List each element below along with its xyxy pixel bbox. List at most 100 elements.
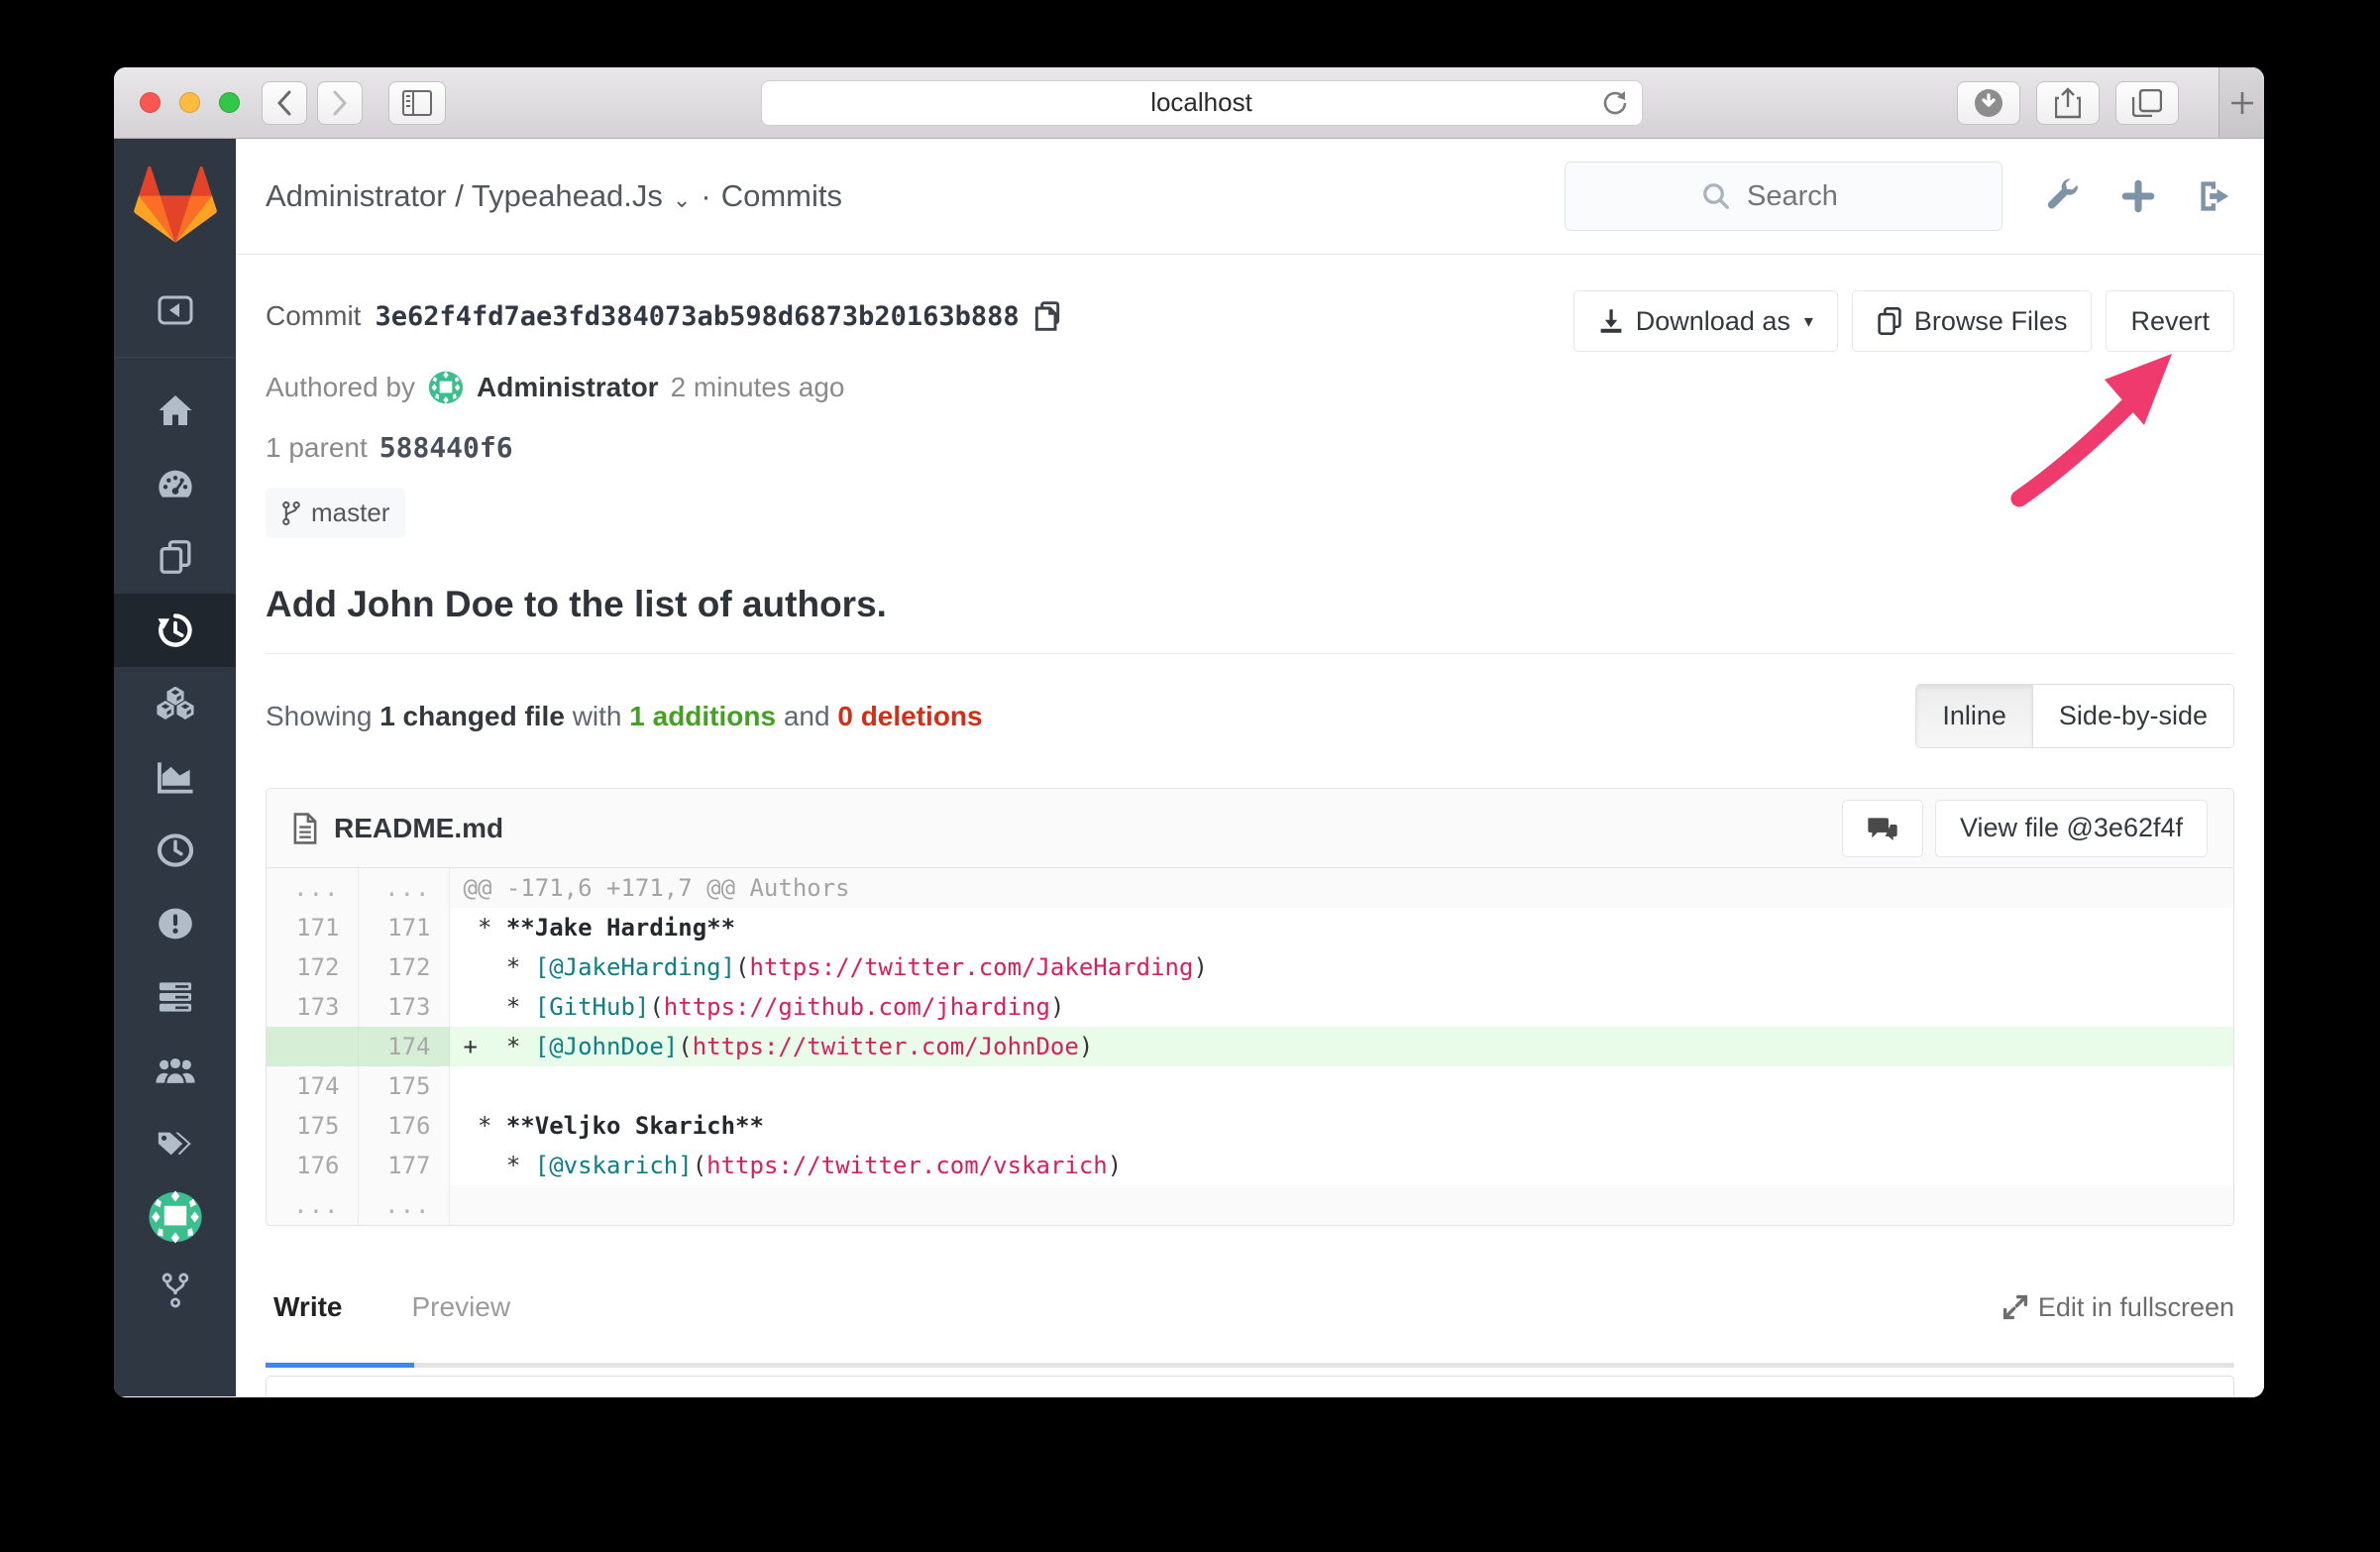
copy-sha-icon[interactable] — [1033, 300, 1061, 332]
project-avatar — [148, 1190, 202, 1244]
diff-code-line: * [@vskarich](https://twitter.com/vskari… — [463, 1152, 1123, 1179]
sidebar-item-dashboard[interactable] — [114, 447, 236, 520]
diff-line-number-old[interactable]: 176 — [267, 1146, 359, 1185]
comment-textarea[interactable] — [266, 1376, 2234, 1396]
reload-icon[interactable] — [1600, 88, 1630, 118]
fullscreen-expand-icon — [2002, 1294, 2027, 1320]
tab-preview[interactable]: Preview — [404, 1291, 519, 1323]
sidebar-item-builds[interactable] — [114, 667, 236, 740]
revert-button[interactable]: Revert — [2106, 290, 2234, 352]
sidebar-panel-icon — [402, 89, 432, 116]
and-label: and — [783, 700, 830, 731]
parent-sha-link[interactable]: 588440f6 — [379, 431, 513, 464]
diff-code-line: * **Veljko Skarich** — [463, 1112, 764, 1140]
sidebar-item-issues[interactable] — [114, 887, 236, 960]
diff-line-number-old[interactable]: 174 — [267, 1066, 359, 1106]
diff-line-number-new[interactable]: 172 — [358, 947, 450, 987]
sidebar-item-network[interactable] — [114, 1254, 236, 1327]
minimize-window-button[interactable] — [179, 92, 200, 113]
sidebar-item-time[interactable] — [114, 814, 236, 887]
sidebar-toggle-button[interactable] — [388, 80, 446, 125]
close-window-button[interactable] — [140, 92, 161, 113]
diff-line-number-new[interactable]: ... — [358, 1185, 450, 1225]
diff-line-number-new[interactable]: ... — [358, 868, 450, 908]
inline-toggle-button[interactable]: Inline — [1916, 685, 2032, 747]
tab-write[interactable]: Write — [266, 1291, 351, 1323]
divider — [266, 653, 2234, 654]
diff-line-number-new[interactable]: 173 — [358, 987, 450, 1027]
diff-line-number-old[interactable]: ... — [267, 868, 359, 908]
browse-files-button[interactable]: Browse Files — [1851, 290, 2093, 352]
new-tab-button[interactable] — [2218, 67, 2264, 138]
sidebar-item-labels[interactable] — [114, 1107, 236, 1180]
diff-line-number-old[interactable]: 175 — [267, 1106, 359, 1146]
view-file-button[interactable]: View file @3e62f4f — [1934, 799, 2208, 857]
sign-out-icon[interactable] — [2197, 179, 2234, 213]
branch-badge[interactable]: master — [266, 488, 406, 538]
diff-table-body: ...... @@ -171,6 +171,7 @@ Authors 171 171 … — [267, 868, 2233, 1225]
sidebar-item-commits[interactable] — [114, 594, 236, 667]
diff-line-number-new[interactable]: 174 — [358, 1027, 450, 1066]
diff-row: 175 176 * **Veljko Skarich** — [267, 1106, 2233, 1146]
diff-row: 173 173 * [GitHub](https://github.com/jha… — [267, 987, 2233, 1027]
diff-line-number-old[interactable]: ... — [267, 1185, 359, 1225]
chevron-down-icon[interactable]: ⌄ — [673, 187, 691, 213]
diff-line-number-new[interactable]: 175 — [358, 1066, 450, 1106]
home-icon — [159, 395, 191, 425]
sidebar-item-home[interactable] — [114, 374, 236, 447]
comment-icon — [1868, 817, 1897, 840]
builds-icon — [156, 686, 194, 720]
changed-file-count[interactable]: 1 changed file — [379, 701, 565, 731]
diff-line-number-new[interactable]: 177 — [358, 1146, 450, 1185]
edit-in-fullscreen-link[interactable]: Edit in fullscreen — [2002, 1292, 2234, 1323]
gitlab-sidebar — [114, 139, 236, 1396]
diff-line-number-old[interactable]: 171 — [267, 908, 359, 947]
plus-icon — [2230, 91, 2253, 114]
gitlab-logo[interactable] — [132, 139, 219, 277]
share-button[interactable] — [2036, 80, 2100, 125]
with-label: with — [572, 700, 622, 731]
diff-line-number-old[interactable]: 173 — [267, 987, 359, 1027]
tab-overview-button[interactable] — [2115, 80, 2179, 125]
forward-button[interactable] — [317, 80, 363, 125]
history-icon — [157, 613, 192, 647]
author-name[interactable]: Administrator — [477, 372, 659, 403]
author-avatar[interactable] — [427, 370, 465, 405]
diff-line-number-old[interactable] — [267, 1027, 359, 1066]
authored-time: 2 minutes ago — [670, 372, 845, 402]
sidebar-item-files[interactable] — [114, 520, 236, 594]
side-by-side-toggle-button[interactable]: Side-by-side — [2031, 685, 2233, 747]
network-icon — [162, 1273, 188, 1308]
back-button[interactable] — [262, 80, 307, 125]
diff-line-number-new[interactable]: 171 — [358, 908, 450, 947]
breadcrumb-separator: · — [701, 178, 711, 213]
breadcrumb-project[interactable]: Administrator / Typeahead.Js — [266, 178, 663, 214]
admin-wrench-icon[interactable] — [2044, 178, 2080, 214]
sidebar-item-collapse[interactable] — [114, 277, 236, 343]
downloads-button[interactable] — [1957, 80, 2020, 125]
sidebar-item-members[interactable] — [114, 1034, 236, 1107]
sidebar-item-merge-requests[interactable] — [114, 960, 236, 1034]
address-bar-url: localhost — [1150, 87, 1252, 117]
download-as-button[interactable]: Download as ▾ — [1572, 290, 1838, 352]
commit-label: Commit — [266, 300, 362, 331]
download-as-label: Download as — [1635, 305, 1790, 336]
browse-files-label: Browse Files — [1913, 305, 2068, 336]
forward-chevron-icon — [333, 90, 348, 115]
sidebar-item-profile[interactable] — [114, 1180, 236, 1254]
zoom-window-button[interactable] — [219, 92, 240, 113]
comment-button[interactable] — [1841, 799, 1923, 857]
diff-file-name[interactable]: README.md — [334, 813, 503, 844]
sidebar-item-graphs[interactable] — [114, 740, 236, 814]
breadcrumb-section: Commits — [720, 178, 842, 213]
branch-name: master — [311, 498, 390, 527]
new-project-plus-icon[interactable] — [2121, 179, 2155, 213]
diff-line-number-old[interactable]: 172 — [267, 947, 359, 987]
diff-code-line — [449, 1066, 2233, 1106]
search-box[interactable] — [1565, 162, 2002, 231]
diff-line-number-new[interactable]: 176 — [358, 1106, 450, 1146]
address-bar[interactable]: localhost — [760, 79, 1643, 126]
diff-row: 176 177 * [@vskarich](https://twitter.com… — [267, 1146, 2233, 1185]
diff-file-header: README.md View file @3e62f4f — [267, 789, 2233, 868]
search-input[interactable] — [1747, 179, 1866, 213]
